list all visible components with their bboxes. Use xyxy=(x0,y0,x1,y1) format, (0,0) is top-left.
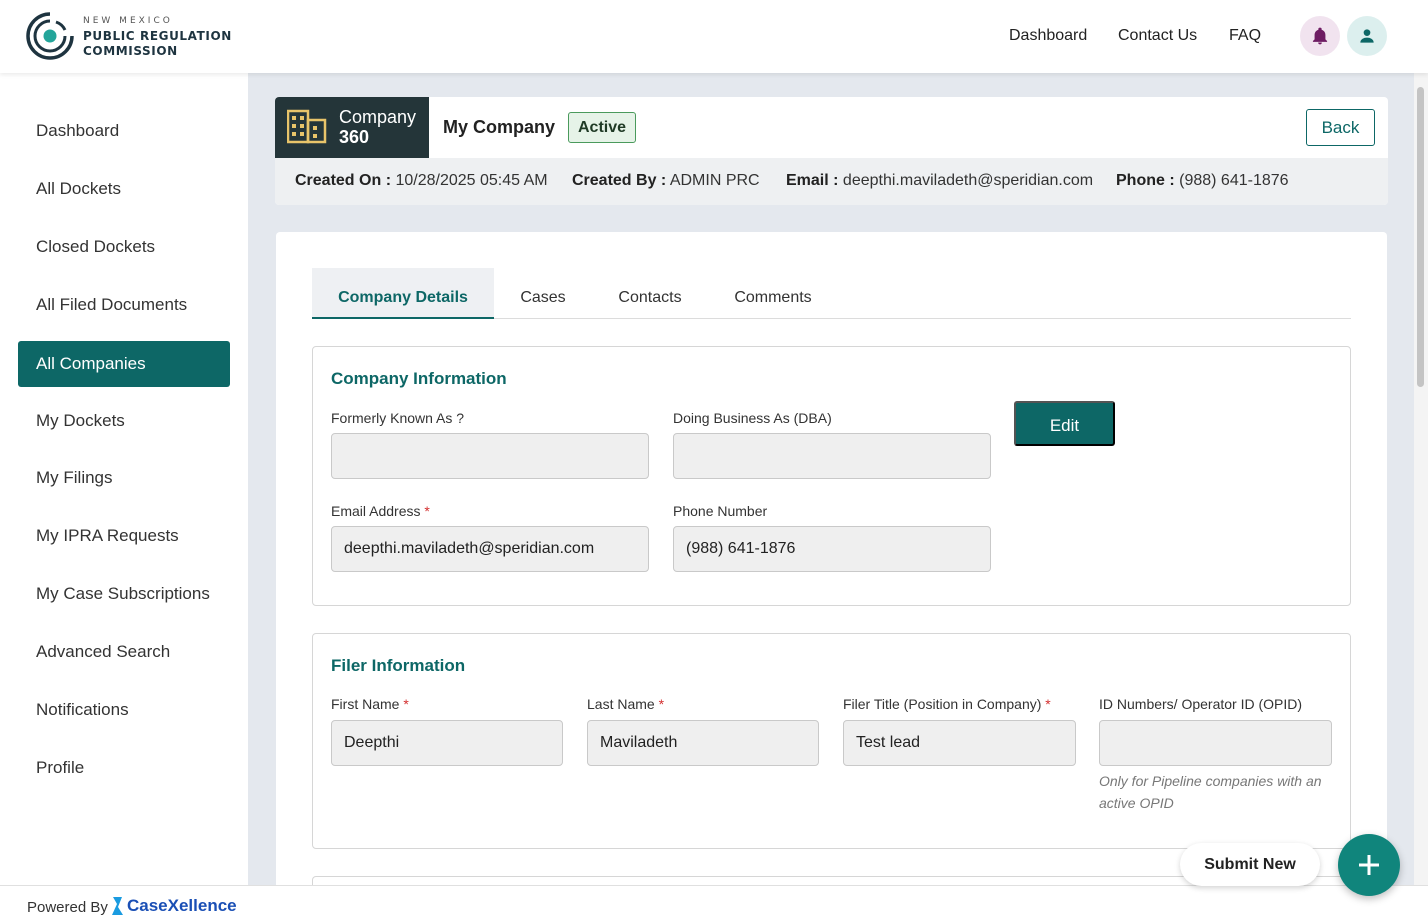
required-marker: * xyxy=(658,696,665,712)
tab-cases[interactable]: Cases xyxy=(504,268,582,318)
company-name: My Company xyxy=(443,117,556,137)
fka-input[interactable] xyxy=(331,433,649,479)
first-name-field[interactable] xyxy=(331,720,563,766)
filer-title-label: Filer Title (Position in Company) * xyxy=(843,696,1051,712)
sidebar-item-dashboard[interactable]: Dashboard xyxy=(18,108,230,154)
sidebar-item-profile[interactable]: Profile xyxy=(18,745,230,791)
notifications-button[interactable] xyxy=(1300,16,1340,56)
tab-bar: Company Details Cases Contacts Comments xyxy=(312,268,1351,319)
phone-label: Phone Number xyxy=(673,503,768,519)
email-field[interactable] xyxy=(331,526,649,572)
scrollbar-thumb[interactable] xyxy=(1417,87,1424,387)
sidebar-item-all-companies[interactable]: All Companies xyxy=(18,341,230,387)
submit-new-button[interactable] xyxy=(1338,834,1400,896)
nav-faq[interactable]: FAQ xyxy=(1229,27,1261,45)
nav-contact-us[interactable]: Contact Us xyxy=(1118,27,1197,45)
company-360-number: 360 xyxy=(339,127,370,147)
submit-new-label[interactable]: Submit New xyxy=(1180,843,1320,886)
meta-phone: Phone : (988) 641-1876 xyxy=(1116,172,1289,189)
sidebar-item-my-ipra-requests[interactable]: My IPRA Requests xyxy=(18,513,230,559)
company-meta-row: Created On : 10/28/2025 05:45 AM Created… xyxy=(275,158,1388,205)
opid-helper-text: Only for Pipeline companies with an acti… xyxy=(1099,773,1322,811)
sidebar-item-closed-dockets[interactable]: Closed Dockets xyxy=(18,224,230,270)
sidebar-item-all-dockets[interactable]: All Dockets xyxy=(18,166,230,212)
logo-line-2: PUBLIC REGULATION xyxy=(83,29,232,43)
logo-line-1: NEW MEXICO xyxy=(83,16,173,26)
filer-information-section: Filer Information First Name * Last Name… xyxy=(312,633,1351,849)
logo-line-3: COMMISSION xyxy=(83,44,178,58)
sidebar: Dashboard All Dockets Closed Dockets All… xyxy=(0,73,248,885)
first-name-label: First Name * xyxy=(331,696,409,712)
dba-label: Doing Business As (DBA) xyxy=(673,410,832,426)
email-label: Email Address * xyxy=(331,503,430,519)
user-menu-button[interactable] xyxy=(1347,16,1387,56)
company-360-label: Company xyxy=(339,107,417,127)
last-name-label: Last Name * xyxy=(587,696,665,712)
opid-label: ID Numbers/ Operator ID (OPID) xyxy=(1099,696,1303,712)
required-marker: * xyxy=(403,696,409,712)
meta-email: Email : deepthi.maviladeth@speridian.com xyxy=(786,172,1094,189)
footer: Powered By CaseXellence xyxy=(0,885,1428,923)
status-badge: Active xyxy=(568,112,637,143)
sidebar-item-my-case-subscriptions[interactable]: My Case Subscriptions xyxy=(18,571,230,617)
page-scrollbar[interactable] xyxy=(1414,73,1428,885)
nav-dashboard[interactable]: Dashboard xyxy=(1009,27,1087,45)
sidebar-item-advanced-search[interactable]: Advanced Search xyxy=(18,629,230,675)
sidebar-item-notifications[interactable]: Notifications xyxy=(18,687,230,733)
required-marker: * xyxy=(424,503,430,519)
tab-comments[interactable]: Comments xyxy=(722,268,824,318)
meta-created-on: Created On : 10/28/2025 05:45 AM xyxy=(295,172,548,189)
required-marker: * xyxy=(1045,696,1051,712)
back-button[interactable]: Back xyxy=(1306,109,1375,146)
dba-input[interactable] xyxy=(673,433,991,479)
opid-field[interactable] xyxy=(1099,720,1332,766)
casexellence-logo-icon xyxy=(112,897,123,915)
top-header: NEW MEXICO PUBLIC REGULATION COMMISSION … xyxy=(0,0,1428,73)
prc-logo[interactable]: NEW MEXICO PUBLIC REGULATION COMMISSION xyxy=(24,10,264,64)
bell-icon xyxy=(1312,27,1328,45)
tab-company-details[interactable]: Company Details xyxy=(312,268,494,319)
company-header-card: Company 360 My Company Active Back Creat… xyxy=(275,97,1388,205)
powered-by-label: Powered By xyxy=(27,899,108,916)
user-icon xyxy=(1360,29,1374,43)
section-title: Filer Information xyxy=(331,656,466,675)
filer-title-field[interactable] xyxy=(843,720,1076,766)
meta-created-by: Created By : ADMIN PRC xyxy=(572,172,760,189)
tab-contacts[interactable]: Contacts xyxy=(606,268,694,318)
edit-button[interactable]: Edit xyxy=(1014,401,1115,446)
fka-label: Formerly Known As ? xyxy=(331,410,465,426)
prc-logo-icon xyxy=(26,12,74,60)
plus-icon xyxy=(1359,855,1379,875)
building-icon xyxy=(287,109,327,144)
sidebar-item-my-filings[interactable]: My Filings xyxy=(18,455,230,501)
last-name-field[interactable] xyxy=(587,720,819,766)
company-information-section: Company Information Formerly Known As ? … xyxy=(312,346,1351,606)
sidebar-item-all-filed-documents[interactable]: All Filed Documents xyxy=(18,282,230,328)
sidebar-item-my-dockets[interactable]: My Dockets xyxy=(18,398,230,444)
phone-field[interactable] xyxy=(673,526,991,572)
brand-name: CaseXellence xyxy=(127,896,237,915)
company-360-badge: Company 360 xyxy=(275,97,429,158)
company-details-card: Company Details Cases Contacts Comments … xyxy=(276,232,1387,923)
casexellence-logo[interactable]: CaseXellence xyxy=(110,896,237,916)
section-title: Company Information xyxy=(331,369,507,388)
